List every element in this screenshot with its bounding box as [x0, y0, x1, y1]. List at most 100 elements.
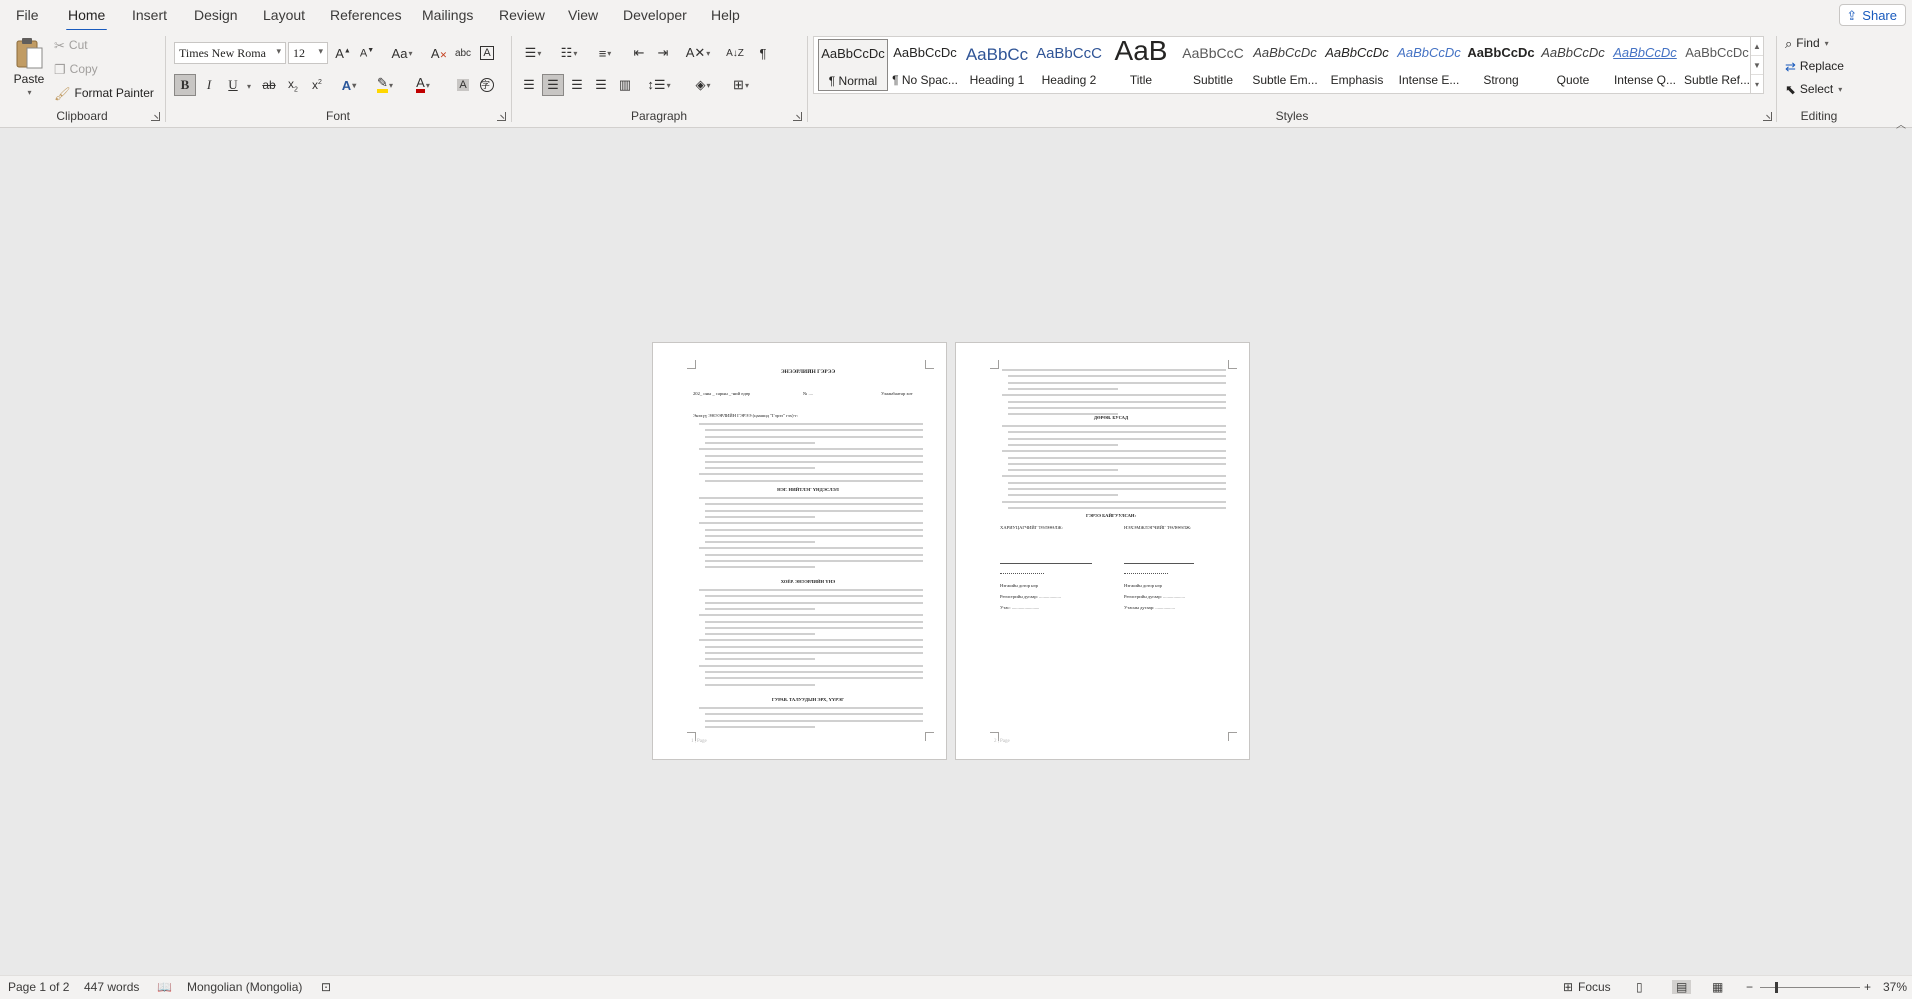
focus-icon[interactable]: ⊞ — [1563, 980, 1573, 994]
align-center-button[interactable]: ☰ — [542, 74, 564, 96]
chevron-down-icon: ▾ — [706, 48, 711, 58]
font-color-button[interactable]: A ▾ — [412, 74, 434, 96]
zoom-out-icon[interactable]: − — [1746, 980, 1753, 994]
superscript-button[interactable]: x2 — [306, 74, 328, 96]
tab-references[interactable]: References — [330, 7, 402, 23]
share-button[interactable]: ⇪ Share — [1839, 4, 1906, 26]
phonetic-guide-button[interactable]: abc — [452, 42, 474, 64]
font-size-select[interactable]: 12 ▾ — [288, 42, 328, 64]
align-left-button[interactable]: ☰ — [518, 74, 540, 96]
clipboard-launcher-icon[interactable] — [151, 112, 160, 121]
paste-dropdown-icon[interactable]: ▾ — [27, 88, 31, 97]
replace-button[interactable]: ⇄ Replace — [1785, 59, 1844, 73]
decrease-indent-icon: ⇤ — [633, 45, 645, 60]
asian-layout-icon: A✕ — [685, 45, 706, 60]
increase-indent-button[interactable]: ⇥ — [652, 42, 674, 64]
tab-review[interactable]: Review — [499, 7, 545, 23]
text-line — [1008, 400, 1226, 403]
focus-button[interactable]: Focus — [1578, 980, 1611, 994]
tab-design[interactable]: Design — [194, 7, 238, 23]
distributed-button[interactable]: ▥ — [614, 74, 636, 96]
collapse-ribbon-icon[interactable]: ︿ — [1896, 116, 1906, 131]
chevron-down-icon: ▾ — [573, 48, 578, 58]
signature-line — [1124, 573, 1168, 574]
word-count[interactable]: 447 words — [84, 980, 139, 994]
character-border-button[interactable]: A — [476, 42, 498, 64]
strikethrough-button[interactable]: ab — [258, 74, 280, 96]
underline-button[interactable]: U — [222, 74, 244, 96]
zoom-slider-thumb[interactable] — [1775, 982, 1778, 993]
web-layout-icon[interactable]: ▦ — [1712, 980, 1723, 994]
language-indicator[interactable]: Mongolian (Mongolia) — [187, 980, 302, 994]
right-unit-name: Нэгжийн дотор нэр — [1124, 583, 1162, 588]
zoom-in-icon[interactable]: + — [1864, 980, 1871, 994]
paragraph-launcher-icon[interactable] — [793, 112, 802, 121]
format-painter-button[interactable]: 🖌 Format Painter — [54, 86, 154, 100]
decrease-indent-button[interactable]: ⇤ — [628, 42, 650, 64]
zoom-level[interactable]: 37% — [1883, 980, 1907, 994]
underline-dropdown-icon[interactable]: ▾ — [247, 82, 251, 91]
tab-help[interactable]: Help — [711, 7, 740, 23]
proofing-icon[interactable]: 📖 — [157, 980, 172, 994]
tab-view[interactable]: View — [568, 7, 598, 23]
read-mode-icon[interactable]: ▯ — [1636, 980, 1643, 994]
shading-button[interactable]: ◈ ▾ — [688, 74, 718, 96]
print-layout-icon[interactable]: ▤ — [1672, 980, 1692, 994]
asian-layout-button[interactable]: A✕ ▾ — [682, 42, 714, 64]
borders-button[interactable]: ⊞ ▾ — [726, 74, 756, 96]
tab-mailings[interactable]: Mailings — [422, 7, 473, 23]
replace-label: Replace — [1799, 59, 1844, 73]
bullets-button[interactable]: ☰ ▾ — [518, 42, 548, 64]
text-line — [1008, 375, 1226, 378]
styles-group: Styles — [808, 30, 1776, 128]
text-line — [705, 454, 923, 457]
highlight-button[interactable]: ✎ ▾ — [374, 74, 396, 96]
select-button[interactable]: ⬉ Select ▾ — [1785, 82, 1842, 96]
text-line — [705, 713, 923, 716]
change-case-button[interactable]: Aa ▾ — [386, 42, 418, 64]
text-line — [705, 429, 923, 432]
section-heading-4: ДӨРӨВ. БУСАД — [1093, 415, 1129, 420]
text-line — [705, 509, 923, 512]
cut-button[interactable]: ✂ Cut — [54, 38, 88, 52]
paste-button[interactable]: Paste ▾ — [12, 36, 46, 97]
font-launcher-icon[interactable] — [497, 112, 506, 121]
multilevel-list-button[interactable]: ≡ ▾ — [590, 42, 620, 64]
document-page-1[interactable]: ЭНЭЭРЛИЙН ГЭРЭЭ 202_ оны _ сарын _-ний ө… — [652, 342, 947, 760]
tab-insert[interactable]: Insert — [132, 7, 167, 23]
bold-button[interactable]: B — [174, 74, 196, 96]
font-family-select[interactable]: Times New Roma ▾ — [174, 42, 286, 64]
character-shading-button[interactable]: A — [452, 74, 474, 96]
crop-mark — [990, 360, 999, 369]
tab-home[interactable]: Home — [65, 7, 108, 32]
show-hide-marks-button[interactable]: ¶ — [752, 42, 774, 64]
grow-font-button[interactable]: A▲ — [332, 42, 354, 64]
distributed-icon: ▥ — [618, 77, 632, 92]
text-line — [705, 541, 815, 544]
bold-icon: B — [180, 77, 190, 92]
ribbon-tabs: File Home Insert Design Layout Reference… — [0, 0, 1912, 32]
subscript-button[interactable]: x2 — [282, 74, 304, 96]
text-effects-button[interactable]: A ▾ — [338, 74, 360, 96]
numbering-button[interactable]: ☷ ▾ — [554, 42, 584, 64]
copy-button[interactable]: ❐ Copy — [54, 62, 98, 76]
tab-developer[interactable]: Developer — [623, 7, 687, 23]
styles-launcher-icon[interactable] — [1763, 112, 1772, 121]
text-line — [705, 719, 923, 722]
tab-layout[interactable]: Layout — [263, 7, 305, 23]
document-page-2[interactable]: ДӨРӨВ. БУСАД ГЭРЭЭ БАЙГУУЛСАН: ХАРИУЦАГЧ… — [955, 342, 1250, 760]
align-right-button[interactable]: ☰ — [566, 74, 588, 96]
enclose-characters-button[interactable]: 字 — [476, 74, 498, 96]
find-button[interactable]: ⌕ Find ▾ — [1785, 36, 1829, 50]
text-line — [705, 553, 923, 556]
shrink-font-button[interactable]: A▼ — [356, 42, 378, 64]
accessibility-icon[interactable]: ⊡ — [321, 980, 331, 994]
justify-button[interactable]: ☰ — [590, 74, 612, 96]
clear-formatting-button[interactable]: A✕ — [428, 42, 450, 64]
sort-button[interactable]: A↓Z — [724, 42, 746, 64]
page-count[interactable]: Page 1 of 2 — [8, 980, 69, 994]
text-line — [1002, 394, 1226, 397]
italic-button[interactable]: I — [198, 74, 220, 96]
tab-file[interactable]: File — [16, 7, 39, 23]
line-spacing-button[interactable]: ↕☰ ▾ — [644, 74, 674, 96]
